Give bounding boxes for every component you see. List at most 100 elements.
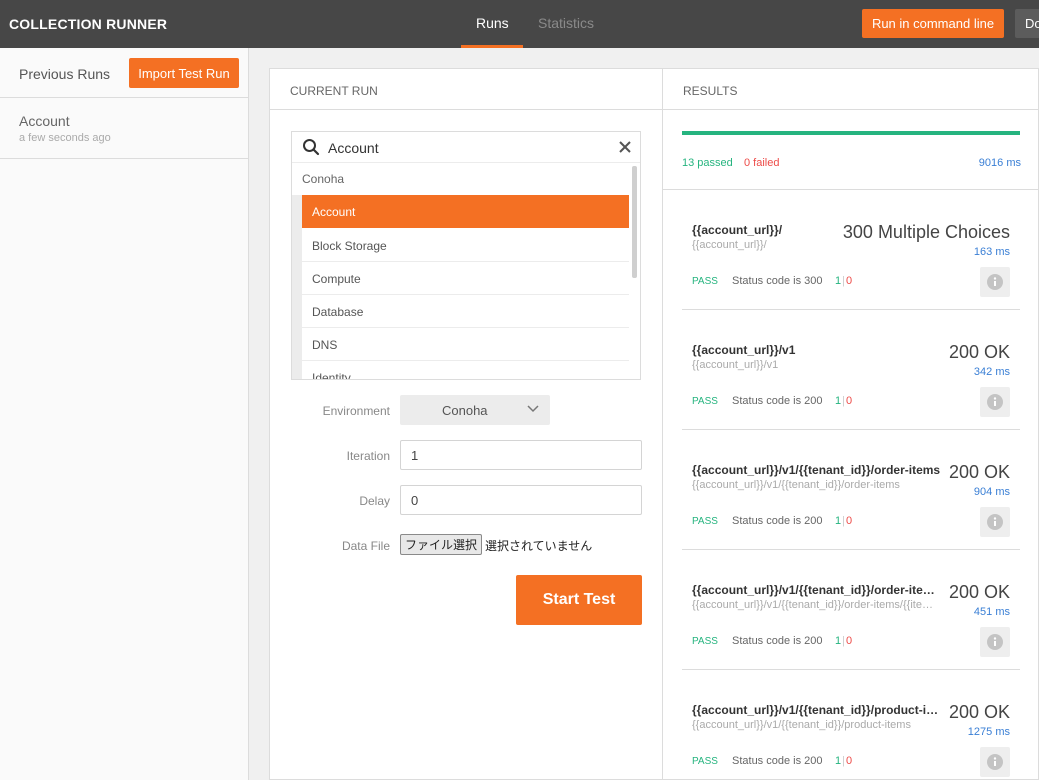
data-file-label: Data File — [341, 539, 390, 553]
collection-group-label: Conoha — [302, 172, 345, 186]
folder-item-identity[interactable]: Identity — [302, 361, 629, 379]
run-name: Account — [19, 113, 70, 129]
info-icon — [987, 514, 1003, 530]
folder-item-compute[interactable]: Compute — [302, 262, 629, 295]
total-run-time: 9016 ms — [978, 157, 1021, 169]
results-header: RESULTS — [663, 69, 1039, 110]
info-button[interactable] — [980, 267, 1010, 297]
test-name: Status code is 200 — [732, 395, 823, 407]
response-time: 163 ms — [973, 246, 1010, 258]
file-status-text: 選択されていません — [485, 539, 593, 553]
test-pass-badge: PASS — [692, 396, 718, 407]
info-button[interactable] — [980, 507, 1010, 537]
test-fail-count: 0 — [845, 635, 853, 647]
environment-select[interactable]: Conoha — [400, 395, 550, 425]
response-status: 200 OK — [948, 342, 1010, 362]
response-status: 300 Multiple Choices — [842, 222, 1010, 242]
response-status: 200 OK — [948, 582, 1010, 602]
run-in-command-line-button[interactable]: Run in command line — [862, 9, 1004, 38]
test-pass-badge: PASS — [692, 276, 718, 287]
test-fail-count: 0 — [845, 755, 853, 767]
start-test-button[interactable]: Start Test — [516, 575, 642, 625]
folder-item-dns[interactable]: DNS — [302, 328, 629, 361]
result-item: {{account_url}}/v1/{{tenant_id}}/product… — [682, 670, 1020, 780]
test-pass-badge: PASS — [692, 636, 718, 647]
request-url: {{account_url}}/v1/{{tenant_id}}/order-i… — [692, 583, 942, 597]
folder-item-block-storage[interactable]: Block Storage — [302, 229, 629, 262]
test-name: Status code is 300 — [732, 275, 823, 287]
result-item: {{account_url}}/ {{account_url}}/ 300 Mu… — [682, 190, 1020, 310]
previous-runs-label: Previous Runs — [19, 66, 111, 82]
test-fail-count: 0 — [845, 515, 853, 527]
tab-runs[interactable]: Runs — [476, 15, 509, 31]
info-button[interactable] — [980, 387, 1010, 417]
delay-label: Delay — [359, 494, 390, 508]
column-divider — [662, 69, 663, 780]
tab-statistics[interactable]: Statistics — [538, 15, 594, 31]
test-name: Status code is 200 — [732, 755, 823, 767]
run-progress-bar — [682, 131, 1020, 135]
test-name: Status code is 200 — [732, 515, 823, 527]
active-tab-indicator — [461, 45, 523, 48]
test-counts: 1|0 — [835, 395, 852, 407]
top-bar: COLLECTION RUNNER Runs Statistics Run in… — [0, 0, 1039, 48]
info-icon — [987, 754, 1003, 770]
collection-search-input[interactable] — [328, 138, 608, 158]
request-url-resolved: {{account_url}}/v1/{{tenant_id}}/order-i… — [692, 599, 942, 611]
import-test-run-button[interactable]: Import Test Run — [129, 58, 239, 88]
current-run-header: CURRENT RUN — [270, 69, 662, 110]
choose-file-button[interactable]: ファイル選択 — [400, 534, 482, 555]
test-counts: 1|0 — [835, 275, 852, 287]
collection-selector: Conoha Account Block Storage Compute Dat… — [291, 131, 641, 380]
result-item: {{account_url}}/v1/{{tenant_id}}/order-i… — [682, 550, 1020, 670]
request-url: {{account_url}}/v1/{{tenant_id}}/product… — [692, 703, 942, 717]
response-time: 451 ms — [973, 606, 1010, 618]
response-status: 200 OK — [948, 702, 1010, 722]
previous-run-item[interactable]: Account a few seconds ago — [0, 98, 249, 159]
run-time: a few seconds ago — [19, 132, 111, 144]
folder-item-account[interactable]: Account — [302, 195, 629, 228]
iteration-input[interactable] — [400, 440, 642, 470]
passed-count: 13 passed — [682, 157, 733, 169]
test-pass-badge: PASS — [692, 516, 718, 527]
info-icon — [987, 634, 1003, 650]
result-item: {{account_url}}/v1/{{tenant_id}}/order-i… — [682, 430, 1020, 550]
response-status: 200 OK — [948, 462, 1010, 482]
environment-label: Environment — [322, 404, 390, 418]
info-button[interactable] — [980, 747, 1010, 777]
test-fail-count: 0 — [845, 395, 853, 407]
request-url: {{account_url}}/v1/{{tenant_id}}/order-i… — [692, 463, 941, 477]
list-indent — [292, 195, 302, 379]
test-counts: 1|0 — [835, 515, 852, 527]
sidebar: Previous Runs Import Test Run Account a … — [0, 48, 249, 780]
folder-item-database[interactable]: Database — [302, 295, 629, 328]
iteration-label: Iteration — [346, 449, 390, 463]
docs-button[interactable]: Do — [1015, 9, 1039, 38]
info-icon — [987, 394, 1003, 410]
info-icon — [987, 274, 1003, 290]
response-time: 342 ms — [973, 366, 1010, 378]
result-item: {{account_url}}/v1 {{account_url}}/v1 20… — [682, 310, 1020, 430]
response-time: 1275 ms — [967, 726, 1010, 738]
test-counts: 1|0 — [835, 635, 852, 647]
environment-value: Conoha — [442, 403, 488, 418]
search-row — [292, 132, 640, 163]
response-time: 904 ms — [973, 486, 1010, 498]
test-pass-badge: PASS — [692, 756, 718, 767]
request-url-resolved: {{account_url}}/v1/{{tenant_id}}/product… — [692, 719, 911, 731]
list-scrollbar[interactable] — [632, 166, 637, 278]
request-url-resolved: {{account_url}}/v1/{{tenant_id}}/order-i… — [692, 479, 900, 491]
info-button[interactable] — [980, 627, 1010, 657]
close-icon[interactable] — [617, 139, 633, 155]
test-name: Status code is 200 — [732, 635, 823, 647]
chevron-down-icon — [527, 405, 539, 413]
request-url-resolved: {{account_url}}/v1 — [692, 359, 779, 371]
failed-count: 0 failed — [744, 157, 780, 169]
delay-input[interactable] — [400, 485, 642, 515]
runner-panel: CURRENT RUN RESULTS Conoha Account Block… — [269, 68, 1039, 780]
search-icon — [303, 139, 320, 156]
request-url: {{account_url}}/v1 — [692, 343, 796, 357]
test-fail-count: 0 — [845, 275, 853, 287]
test-counts: 1|0 — [835, 755, 852, 767]
app-title: COLLECTION RUNNER — [9, 16, 168, 32]
